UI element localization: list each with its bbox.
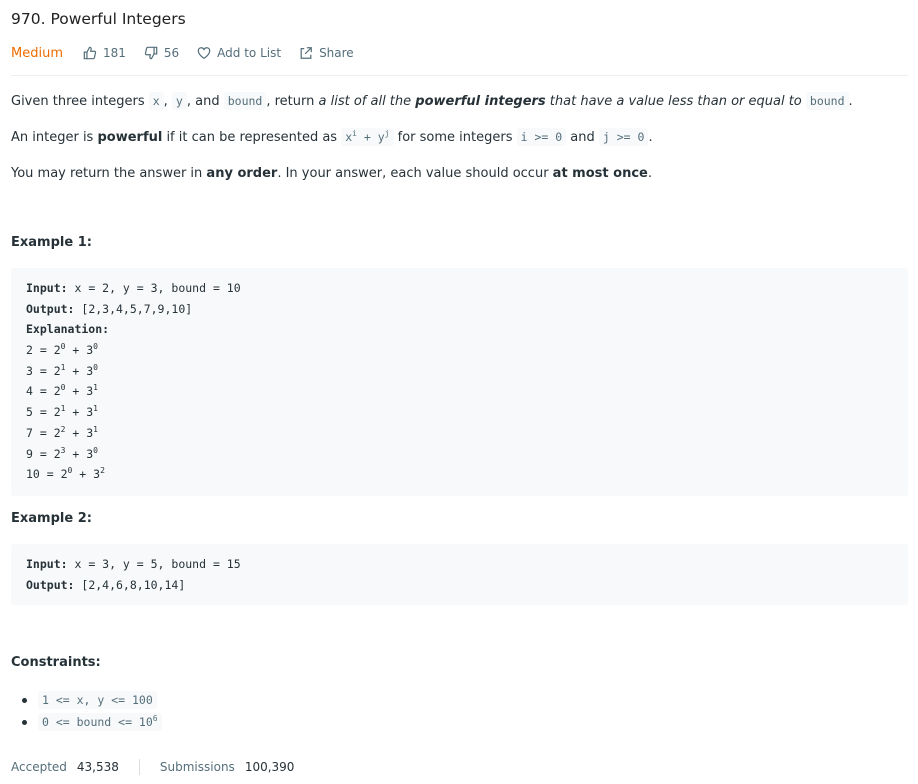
example-output-line: Output: [2,4,6,8,10,14]: [26, 577, 186, 592]
explanation-line: 5 = 21 + 31: [26, 404, 98, 420]
inline-code: j >= 0: [598, 128, 649, 146]
explanation-line: 3 = 21 + 30: [26, 362, 98, 378]
example-2-heading: Example 2:: [11, 511, 92, 526]
accepted-label: Accepted: [11, 760, 67, 774]
thumbs-up-icon: [83, 46, 97, 60]
constraints-list: 1 <= x, y <= 100 0 <= bound <= 106: [22, 689, 162, 733]
explanation-line: 4 = 20 + 31: [26, 383, 98, 399]
inline-code: bound: [805, 92, 849, 110]
share-label: Share: [319, 46, 354, 60]
inline-code: bound: [223, 92, 267, 110]
like-count: 181: [102, 46, 126, 60]
list-item: 0 <= bound <= 106: [22, 711, 162, 733]
dislike-button[interactable]: 56: [144, 46, 179, 60]
accepted-value: 43,538: [76, 760, 119, 774]
stats-divider: [138, 759, 140, 775]
add-to-list-label: Add to List: [217, 46, 282, 60]
example-explanation-label: Explanation:: [26, 322, 110, 337]
share-icon: [300, 47, 312, 59]
inline-code-formula: xi + yj: [341, 128, 394, 146]
thumbs-down-icon: [144, 46, 158, 60]
add-to-list-button[interactable]: Add to List: [197, 46, 281, 60]
inline-code: x: [148, 92, 164, 110]
example-input-line: Input: x = 3, y = 5, bound = 15: [26, 557, 241, 571]
description-paragraph-1: Given three integers x, y, and bound, re…: [11, 92, 853, 110]
explanation-line: 9 = 23 + 30: [26, 445, 98, 461]
list-item: 1 <= x, y <= 100: [22, 689, 162, 711]
example-1-heading: Example 1:: [11, 235, 92, 250]
dislike-count: 56: [163, 46, 180, 60]
explanation-line: 7 = 22 + 31: [26, 424, 98, 440]
explanation-line: 2 = 20 + 30: [26, 342, 98, 358]
heart-icon: [197, 47, 211, 59]
submission-stats: Accepted 43,538 Submissions 100,390: [11, 758, 294, 776]
page-title: 970. Powerful Integers: [11, 10, 186, 28]
inline-code-formula: 0 <= bound <= 106: [38, 713, 162, 731]
inline-code: i >= 0: [516, 128, 567, 146]
inline-code: y: [171, 92, 187, 110]
example-output-line: Output: [2,3,4,5,7,9,10]: [26, 301, 193, 316]
share-button[interactable]: Share: [299, 46, 354, 60]
like-button[interactable]: 181: [83, 46, 126, 60]
description-paragraph-3: You may return the answer in any order. …: [11, 166, 652, 181]
example-2-block: Input: x = 3, y = 5, bound = 15 Output: …: [11, 544, 908, 605]
problem-meta-bar: Medium 181 56 Add to List Share: [11, 43, 372, 63]
inline-code: 1 <= x, y <= 100: [38, 691, 157, 709]
submissions-value: 100,390: [244, 760, 295, 774]
header-divider: [11, 75, 908, 76]
submissions-label: Submissions: [159, 760, 235, 774]
constraints-heading: Constraints:: [11, 655, 101, 670]
example-1-block: Input: x = 2, y = 3, bound = 10 Output: …: [11, 268, 908, 496]
explanation-line: 10 = 20 + 32: [26, 466, 105, 482]
example-input-line: Input: x = 2, y = 3, bound = 10: [26, 281, 241, 295]
problem-page: 970. Powerful Integers Medium 181 56 Add…: [0, 0, 918, 784]
difficulty-badge: Medium: [11, 45, 63, 61]
description-paragraph-2: An integer is powerful if it can be repr…: [11, 128, 653, 146]
